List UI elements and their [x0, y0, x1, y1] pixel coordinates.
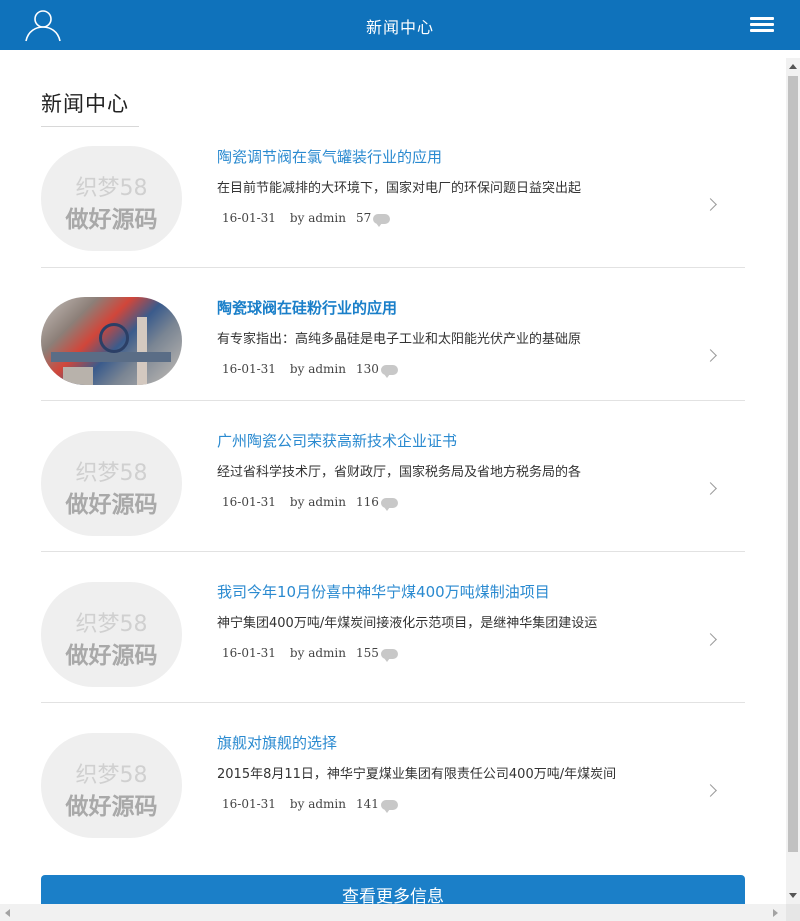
scroll-right-arrow-icon[interactable] — [773, 909, 778, 917]
news-comment-count: 57 — [355, 211, 372, 225]
news-meta: 16-01-31 by admin 57 — [222, 211, 391, 227]
news-title[interactable]: 陶瓷球阀在硅粉行业的应用 — [217, 297, 397, 318]
news-comment-count: 155 — [355, 646, 379, 660]
news-date: 16-01-31 — [222, 495, 276, 509]
scroll-left-arrow-icon[interactable] — [5, 909, 10, 917]
watermark-line1: 织梦58 — [75, 763, 148, 788]
watermark-line1: 织梦58 — [75, 612, 148, 637]
watermark-line2: 做好源码 — [65, 492, 158, 518]
news-comment-count: 141 — [355, 797, 379, 811]
news-title[interactable]: 陶瓷调节阀在氯气罐装行业的应用 — [217, 146, 442, 167]
comment-icon — [380, 799, 398, 813]
scroll-down-arrow-icon[interactable] — [789, 893, 797, 898]
comment-icon — [380, 648, 398, 662]
news-author: by admin — [289, 797, 346, 811]
news-comment-count: 130 — [355, 362, 379, 376]
watermark-line2: 做好源码 — [65, 643, 158, 669]
chevron-right-icon — [704, 633, 717, 646]
scrollbar-thumb[interactable] — [788, 76, 798, 852]
news-date: 16-01-31 — [222, 211, 276, 225]
news-item[interactable]: 织梦58 做好源码 旗舰对旗舰的选择 2015年8月11日，神华宁夏煤业集团有限… — [41, 703, 745, 854]
news-title[interactable]: 广州陶瓷公司荣获高新技术企业证书 — [217, 430, 457, 451]
comment-icon — [373, 213, 391, 227]
scrollbar-corner — [786, 904, 800, 921]
news-meta: 16-01-31 by admin 155 — [222, 646, 398, 662]
news-thumbnail: 织梦58 做好源码 — [41, 733, 182, 838]
horizontal-scrollbar[interactable] — [0, 904, 800, 921]
title-underline — [41, 126, 139, 127]
hamburger-menu-icon[interactable] — [750, 17, 774, 33]
news-author: by admin — [289, 362, 346, 376]
news-item[interactable]: 陶瓷球阀在硅粉行业的应用 有专家指出：高纯多晶硅是电子工业和太阳能光伏产业的基础… — [41, 268, 745, 401]
news-date: 16-01-31 — [222, 797, 276, 811]
top-bar: 新闻中心 — [0, 0, 800, 50]
comment-icon — [380, 364, 398, 378]
news-summary: 在目前节能减排的大环境下，国家对电厂的环保问题日益突出起 — [217, 181, 582, 196]
news-meta: 16-01-31 by admin 116 — [222, 495, 398, 511]
news-thumbnail: 织梦58 做好源码 — [41, 582, 182, 687]
news-comment-count: 116 — [355, 495, 379, 509]
news-summary: 2015年8月11日，神华宁夏煤业集团有限责任公司400万吨/年煤炭间 — [217, 767, 617, 782]
chevron-right-icon — [704, 784, 717, 797]
news-thumbnail: 织梦58 做好源码 — [41, 146, 182, 251]
watermark-line2: 做好源码 — [65, 794, 158, 820]
watermark-line2: 做好源码 — [65, 207, 158, 233]
news-author: by admin — [289, 211, 346, 225]
scroll-up-arrow-icon[interactable] — [789, 64, 797, 69]
news-summary: 经过省科学技术厅，省财政厅，国家税务局及省地方税务局的各 — [217, 465, 582, 480]
news-author: by admin — [289, 495, 346, 509]
news-item[interactable]: 织梦58 做好源码 我司今年10月份喜中神华宁煤400万吨煤制油项目 神宁集团4… — [41, 552, 745, 703]
news-thumbnail — [41, 297, 182, 385]
watermark-line1: 织梦58 — [75, 461, 148, 486]
chevron-right-icon — [704, 349, 717, 362]
page-title: 新闻中心 — [41, 92, 129, 116]
news-date: 16-01-31 — [222, 646, 276, 660]
comment-icon — [380, 497, 398, 511]
news-date: 16-01-31 — [222, 362, 276, 376]
chevron-right-icon — [704, 482, 717, 495]
news-meta: 16-01-31 by admin 130 — [222, 362, 398, 378]
chevron-right-icon — [704, 198, 717, 211]
news-thumbnail: 织梦58 做好源码 — [41, 431, 182, 536]
news-item[interactable]: 织梦58 做好源码 陶瓷调节阀在氯气罐装行业的应用 在目前节能减排的大环境下，国… — [41, 138, 745, 268]
news-title[interactable]: 旗舰对旗舰的选择 — [217, 732, 337, 753]
view-more-button[interactable]: 查看更多信息 — [41, 875, 745, 904]
header-title: 新闻中心 — [365, 18, 434, 37]
news-summary: 有专家指出：高纯多晶硅是电子工业和太阳能光伏产业的基础原 — [217, 332, 582, 347]
news-author: by admin — [289, 646, 346, 660]
vertical-scrollbar[interactable] — [786, 58, 800, 904]
watermark-line1: 织梦58 — [75, 176, 148, 201]
main-content: 新闻中心 织梦58 做好源码 陶瓷调节阀在氯气罐装行业的应用 在目前节能减排的大… — [0, 50, 786, 904]
news-title[interactable]: 我司今年10月份喜中神华宁煤400万吨煤制油项目 — [217, 581, 550, 602]
news-item[interactable]: 织梦58 做好源码 广州陶瓷公司荣获高新技术企业证书 经过省科学技术厅，省财政厅… — [41, 401, 745, 552]
news-summary: 神宁集团400万吨/年煤炭间接液化示范项目，是继神华集团建设运 — [217, 616, 598, 631]
news-meta: 16-01-31 by admin 141 — [222, 797, 398, 813]
